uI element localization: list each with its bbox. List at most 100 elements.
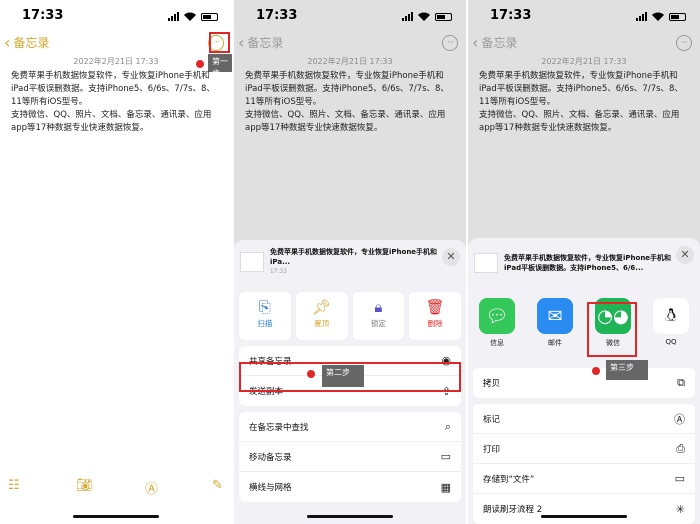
wifi-icon [184, 12, 196, 21]
back-label: 备忘录 [481, 36, 518, 50]
save-to-files-row[interactable]: 存储到“文件” ▭ [473, 464, 695, 494]
action-label: 锁定 [370, 319, 386, 328]
copy-row[interactable]: 拷贝 ⧉ [473, 368, 695, 398]
status-bar: 17:33 [468, 8, 700, 26]
back-label: 备忘录 [247, 36, 284, 50]
note-body: 免费苹果手机数据恢复软件，专业恢复iPhone手机和iPad平板误删数据。支持i… [245, 70, 456, 135]
step-label: 第二步 [322, 365, 364, 387]
step-marker [307, 370, 315, 378]
trash-icon: 🗑︎ [425, 298, 445, 316]
step-marker [592, 367, 600, 375]
chevron-left-icon: ‹ [4, 32, 11, 52]
back-button[interactable]: ‹ 备忘录 [472, 34, 517, 51]
note-date: 2022年2月21日 17:33 [307, 57, 393, 66]
panel-share-sheet: 17:33 ‹ 备忘录 ··· 2022年2月21日 17:33 免费苹果手机数据… [468, 0, 700, 524]
move-note-row[interactable]: 移动备忘录 ▭ [239, 442, 461, 472]
lock-icon: 🔒︎ [374, 298, 383, 316]
chevron-left-icon: ‹ [238, 32, 245, 52]
note-line: 支持微信、QQ、照片、文档、备忘录、通讯录、应用app等17种数据专业快速数据恢… [245, 110, 446, 133]
preview-time: 17:33 [270, 269, 287, 275]
lines-grids-row[interactable]: 横线与网格 ▦ [239, 472, 461, 502]
highlight-box [209, 32, 230, 53]
action-label: 扫描 [257, 319, 273, 328]
back-button[interactable]: ‹ 备忘录 [238, 34, 283, 51]
battery-icon [669, 12, 686, 21]
note-body: 免费苹果手机数据恢复软件，专业恢复iPhone手机和iPad平板误删数据。支持i… [479, 70, 690, 135]
lock-button[interactable]: 🔒︎ 锁定 [352, 292, 405, 340]
folder-icon: ▭ [440, 450, 451, 463]
note-line: 支持微信、QQ、照片、文档、备忘录、通讯录、应用app等17种数据专业快速数据恢… [11, 110, 212, 133]
close-icon[interactable]: ✕ [676, 246, 694, 264]
mail-icon: ✉ [537, 298, 573, 334]
ellipsis-circle-icon[interactable]: ··· [442, 35, 458, 51]
grid-icon: ▦ [440, 480, 451, 494]
home-indicator [73, 515, 159, 518]
search-icon: ⌕ [444, 419, 451, 433]
back-label: 备忘录 [13, 36, 50, 50]
row-label: 在备忘录中查找 [249, 422, 309, 433]
battery-icon [435, 12, 452, 21]
pin-button[interactable]: 📌︎ 置顶 [295, 292, 348, 340]
print-row[interactable]: 打印 ⎙ [473, 434, 695, 464]
scan-button[interactable]: ⎘ 扫描 [239, 292, 291, 340]
compose-icon[interactable]: ✎ [212, 478, 223, 493]
note-line: 免费苹果手机数据恢复软件，专业恢复iPhone手机和iPad平板误删数据。支持i… [11, 71, 215, 107]
row-label: 朗读刷牙流程 2 [483, 505, 543, 515]
action-label: 置顶 [314, 319, 330, 328]
wifi-icon [418, 12, 430, 21]
note-line: 支持微信、QQ、照片、文档、备忘录、通讯录、应用app等17种数据专业快速数据恢… [479, 110, 680, 133]
messages-icon: 💬︎ [479, 298, 515, 334]
delete-button[interactable]: 🗑︎ 删除 [409, 292, 461, 340]
markup-icon[interactable]: Ⓐ [145, 478, 158, 497]
note-line: 免费苹果手机数据恢复软件，专业恢复iPhone手机和iPad平板误删数据。支持i… [245, 71, 449, 107]
signal-icon [402, 12, 413, 21]
markup-row[interactable]: 标记 Ⓐ [473, 404, 695, 434]
app-mail[interactable]: ✉ 邮件 [536, 298, 574, 348]
row-label: 横线与网格 [249, 483, 292, 493]
camera-icon[interactable]: 📷︎ [76, 478, 93, 493]
back-button[interactable]: ‹ 备忘录 [4, 34, 49, 51]
home-indicator [541, 515, 627, 518]
row-label: 移动备忘录 [249, 452, 292, 463]
note-thumbnail [240, 252, 264, 272]
row-label: 打印 [483, 444, 501, 455]
markup-icon: Ⓐ [674, 412, 685, 426]
row-label: 标记 [483, 414, 501, 425]
status-time: 17:33 [22, 8, 64, 23]
status-time: 17:33 [490, 8, 532, 23]
chevron-left-icon: ‹ [472, 32, 479, 52]
ellipsis-circle-icon[interactable]: ··· [676, 35, 692, 51]
signal-icon [168, 12, 179, 21]
status-bar: 17:33 [234, 8, 466, 26]
close-icon[interactable]: ✕ [442, 248, 460, 266]
app-label: 邮件 [548, 339, 562, 347]
note-date: 2022年2月21日 17:33 [73, 57, 159, 66]
note-date: 2022年2月21日 17:33 [541, 57, 627, 66]
share-sheet: 免费苹果手机数据恢复软件，专业恢复iPhone手机和iPad平板误删数据。支持i… [468, 238, 700, 524]
action-label: 删除 [427, 319, 443, 328]
signal-icon [636, 12, 647, 21]
wifi-icon [652, 12, 664, 21]
status-time: 17:33 [256, 8, 298, 23]
app-label: QQ [665, 338, 677, 346]
app-label: 信息 [490, 339, 504, 347]
panel-more-menu: 17:33 ‹ 备忘录 ··· 2022年2月21日 17:33 免费苹果手机数据… [234, 0, 466, 524]
preview-title: 免费苹果手机数据恢复软件，专业恢复iPhone手机和iPa... [270, 248, 438, 266]
battery-icon [201, 12, 218, 21]
find-in-note-row[interactable]: 在备忘录中查找 ⌕ [239, 412, 461, 442]
shortcut-row[interactable]: 朗读刷牙流程 2 ✳ [473, 494, 695, 524]
pin-icon: 📌︎ [312, 298, 332, 316]
app-messages[interactable]: 💬︎ 信息 [478, 298, 516, 348]
checklist-icon[interactable]: ☷ [8, 478, 20, 493]
bottom-toolbar: ☷ 📷︎ Ⓐ ✎ [0, 478, 232, 497]
row-label: 拷贝 [483, 379, 501, 389]
qq-penguin-icon: 🐧︎ [653, 298, 689, 334]
app-qq[interactable]: 🐧︎ QQ [652, 298, 690, 348]
note-thumbnail [474, 253, 498, 273]
sparkle-icon: ✳ [675, 502, 685, 516]
panel-note: 17:33 ‹ 备忘录 ··· 第一步 2022年2月21日 17:33 免费苹果… [0, 0, 232, 524]
copy-icon: ⧉ [677, 376, 685, 389]
printer-icon: ⎙ [676, 441, 685, 455]
note-body[interactable]: 免费苹果手机数据恢复软件，专业恢复iPhone手机和iPad平板误删数据。支持i… [11, 70, 222, 135]
status-bar: 17:33 [0, 8, 232, 26]
